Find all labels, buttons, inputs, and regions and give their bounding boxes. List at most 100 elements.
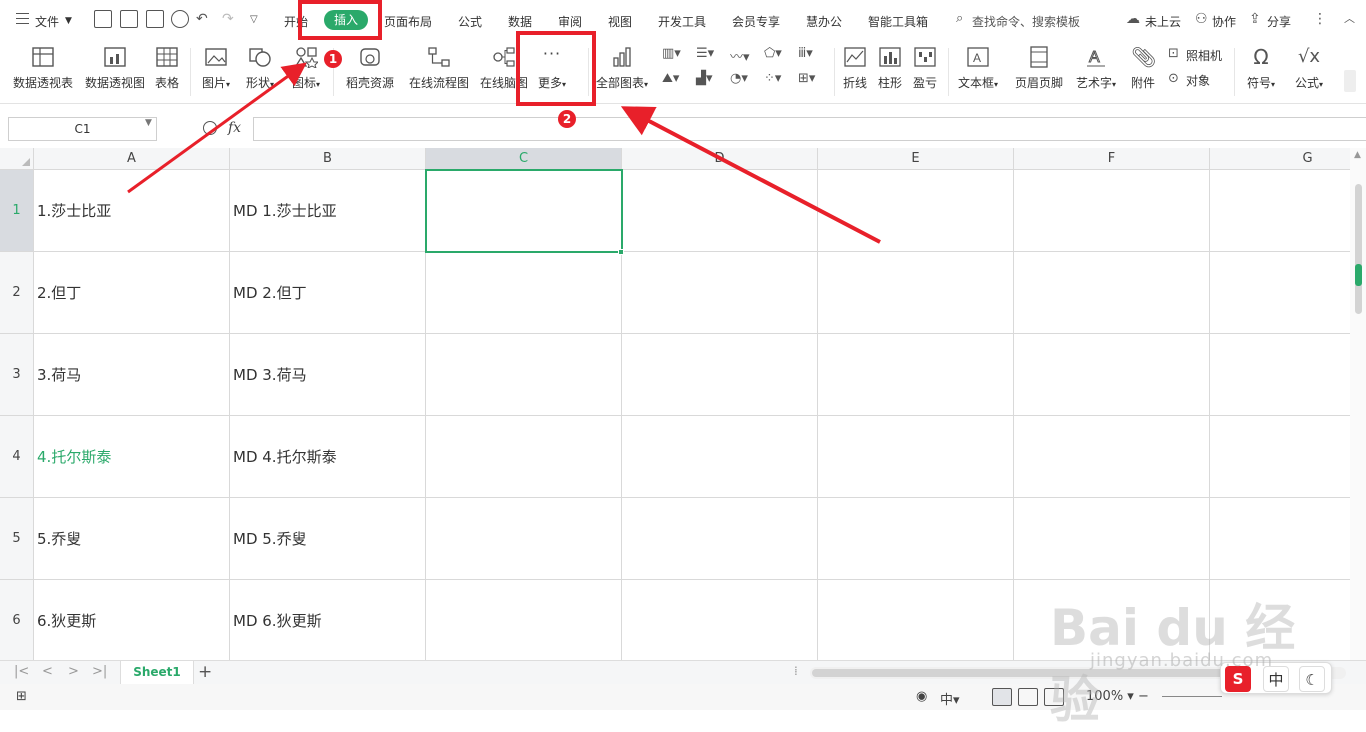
- undo-icon[interactable]: ↶: [196, 10, 208, 28]
- cell-c5[interactable]: [426, 498, 622, 580]
- cell-b1[interactable]: MD 1.莎士比亚: [230, 170, 426, 252]
- column-header-g[interactable]: G: [1210, 148, 1350, 170]
- print-preview-icon[interactable]: [171, 10, 189, 28]
- normal-view-icon[interactable]: [992, 688, 1012, 706]
- cell-g4[interactable]: [1210, 416, 1350, 498]
- shape-button[interactable]: 形状▾: [242, 44, 278, 100]
- cell-b3[interactable]: MD 3.荷马: [230, 334, 426, 416]
- pivot-chart-button[interactable]: 数据透视图: [82, 44, 148, 100]
- column-header-d[interactable]: D: [622, 148, 818, 170]
- cell-f4[interactable]: [1014, 416, 1210, 498]
- column-header-e[interactable]: E: [818, 148, 1014, 170]
- cell-e5[interactable]: [818, 498, 1014, 580]
- combo-chart-small-icon[interactable]: ▟▾: [696, 71, 713, 86]
- tab-developer[interactable]: 开发工具: [658, 13, 706, 30]
- row-header-1[interactable]: 1: [0, 170, 34, 252]
- wordart-button[interactable]: A 艺术字▾: [1072, 44, 1120, 100]
- sheet-tab-sheet1[interactable]: Sheet1: [120, 661, 194, 684]
- cell-b5[interactable]: MD 5.乔叟: [230, 498, 426, 580]
- column-header-a[interactable]: A: [34, 148, 230, 170]
- save-icon[interactable]: [94, 10, 112, 28]
- cell-a5[interactable]: 5.乔叟: [34, 498, 230, 580]
- cell-d6[interactable]: [622, 580, 818, 660]
- print-icon[interactable]: [146, 10, 164, 28]
- object-icon[interactable]: ⊙: [1168, 71, 1179, 86]
- column-header-b[interactable]: B: [230, 148, 426, 170]
- column-header-c[interactable]: C: [426, 148, 622, 170]
- column-chart-small-icon[interactable]: ▥▾: [662, 46, 681, 61]
- pie-chart-small-icon[interactable]: ◔▾: [730, 71, 748, 86]
- tab-page-layout[interactable]: 页面布局: [384, 13, 432, 30]
- cell-a1[interactable]: 1.莎士比亚: [34, 170, 230, 252]
- row-header-4[interactable]: 4: [0, 416, 34, 498]
- radar-chart-small-icon[interactable]: ⬠▾: [764, 46, 782, 61]
- name-box-dropdown-icon[interactable]: ▼: [145, 118, 152, 128]
- input-method-icon[interactable]: 中▾: [940, 689, 960, 708]
- name-box[interactable]: C1: [8, 117, 157, 141]
- tab-view[interactable]: 视图: [608, 13, 632, 30]
- collapse-ribbon-icon[interactable]: ︿: [1344, 10, 1355, 28]
- sparkline-column-button[interactable]: 柱形: [875, 44, 905, 100]
- hamburger-icon[interactable]: [16, 13, 29, 24]
- sparkline-line-button[interactable]: 折线: [840, 44, 870, 100]
- scroll-up-icon[interactable]: ▲: [1354, 150, 1361, 160]
- cell-e2[interactable]: [818, 252, 1014, 334]
- vertical-scroll-thumb[interactable]: [1355, 184, 1362, 314]
- prev-sheet-icon[interactable]: <: [42, 664, 53, 679]
- fx-icon[interactable]: fx: [228, 120, 241, 136]
- cell-e3[interactable]: [818, 334, 1014, 416]
- select-all-corner[interactable]: [0, 148, 34, 170]
- icon-button[interactable]: 图标▾: [286, 44, 326, 100]
- first-sheet-icon[interactable]: |<: [14, 664, 29, 679]
- all-charts-button[interactable]: 全部图表▾: [594, 44, 650, 100]
- equation-button[interactable]: √x 公式▾: [1288, 44, 1330, 100]
- cell-f1[interactable]: [1014, 170, 1210, 252]
- tab-formula[interactable]: 公式: [458, 13, 482, 30]
- cell-b2[interactable]: MD 2.但丁: [230, 252, 426, 334]
- daoke-resources-button[interactable]: 稻壳资源: [342, 44, 398, 100]
- cell-a6[interactable]: 6.狄更斯: [34, 580, 230, 660]
- formula-input[interactable]: [253, 117, 1366, 141]
- cell-e4[interactable]: [818, 416, 1014, 498]
- fill-handle[interactable]: [618, 249, 624, 255]
- cell-c6[interactable]: [426, 580, 622, 660]
- attachment-button[interactable]: 📎︎ 附件: [1128, 44, 1158, 100]
- cell-d2[interactable]: [622, 252, 818, 334]
- sparkline-winloss-button[interactable]: 盈亏: [910, 44, 940, 100]
- row-header-6[interactable]: 6: [0, 580, 34, 660]
- stock-chart-small-icon[interactable]: ⅲ▾: [798, 46, 813, 61]
- cloud-status[interactable]: 未上云: [1145, 13, 1181, 30]
- cell-g3[interactable]: [1210, 334, 1350, 416]
- line-chart-small-icon[interactable]: 〰▾: [730, 46, 750, 65]
- row-header-5[interactable]: 5: [0, 498, 34, 580]
- other-chart-small-icon[interactable]: ⊞▾: [798, 71, 815, 86]
- command-search[interactable]: 查找命令、搜索模板: [972, 13, 1080, 30]
- cell-b4[interactable]: MD 4.托尔斯泰: [230, 416, 426, 498]
- cell-f2[interactable]: [1014, 252, 1210, 334]
- symbol-button[interactable]: Ω 符号▾: [1240, 44, 1282, 100]
- cell-b6[interactable]: MD 6.狄更斯: [230, 580, 426, 660]
- vertical-scrollbar[interactable]: ▲: [1350, 148, 1366, 660]
- macro-record-icon[interactable]: ⊞: [16, 689, 27, 704]
- cell-e6[interactable]: [818, 580, 1014, 660]
- cell-d3[interactable]: [622, 334, 818, 416]
- eye-protection-icon[interactable]: ◉: [916, 689, 927, 704]
- add-sheet-button[interactable]: +: [198, 662, 212, 682]
- row-header-2[interactable]: 2: [0, 252, 34, 334]
- cell-c4[interactable]: [426, 416, 622, 498]
- tab-data[interactable]: 数据: [508, 13, 532, 30]
- ribbon-scroll-right[interactable]: [1344, 70, 1356, 92]
- tab-review[interactable]: 审阅: [558, 13, 582, 30]
- online-flowchart-button[interactable]: 在线流程图: [405, 44, 473, 100]
- table-button[interactable]: 表格: [152, 44, 182, 100]
- bar-chart-small-icon[interactable]: ☰▾: [696, 46, 714, 61]
- cell-g1[interactable]: [1210, 170, 1350, 252]
- last-sheet-icon[interactable]: >|: [92, 664, 107, 679]
- cell-d4[interactable]: [622, 416, 818, 498]
- zoom-formula-icon[interactable]: [203, 121, 217, 135]
- camera-label[interactable]: 照相机: [1186, 47, 1222, 64]
- textbox-button[interactable]: A 文本框▾: [954, 44, 1002, 100]
- picture-button[interactable]: 图片▾: [198, 44, 234, 100]
- camera-icon[interactable]: ⊡: [1168, 46, 1179, 61]
- tab-smart-toolbox[interactable]: 智能工具箱: [868, 13, 928, 30]
